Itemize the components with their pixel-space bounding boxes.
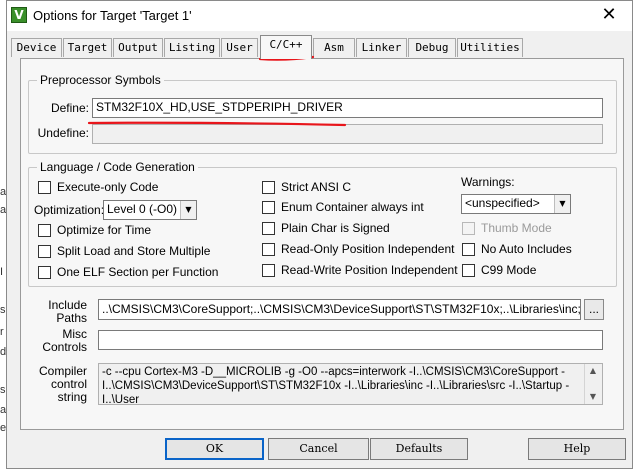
- background-char: I: [0, 266, 4, 278]
- tab-c-cpp[interactable]: C/C++: [260, 35, 312, 59]
- red-annotation-marks: [87, 55, 347, 127]
- background-char: s: [0, 384, 6, 396]
- background-char: r: [0, 326, 4, 338]
- options-dialog: V Options for Target 'Target 1' ✕ Device…: [6, 0, 633, 469]
- background-char: s: [0, 304, 6, 316]
- define-underline-annotation: [87, 121, 347, 127]
